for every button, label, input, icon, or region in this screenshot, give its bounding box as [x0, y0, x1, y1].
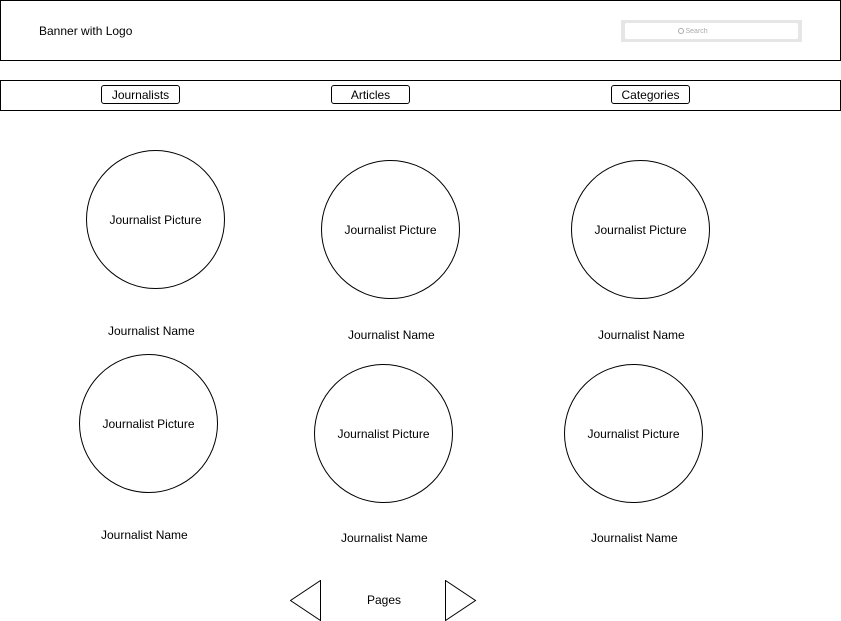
journalist-picture[interactable]: Journalist Picture	[321, 160, 460, 299]
nav-articles-button[interactable]: Articles	[331, 85, 410, 104]
journalist-picture[interactable]: Journalist Picture	[314, 364, 453, 503]
journalist-picture-label: Journalist Picture	[587, 426, 680, 441]
search-box[interactable]	[625, 23, 798, 39]
banner: Banner with Logo	[0, 0, 841, 61]
search-icon	[677, 28, 684, 34]
previous-page-icon[interactable]	[290, 580, 322, 621]
journalist-picture[interactable]: Journalist Picture	[564, 364, 703, 503]
journalist-picture-label: Journalist Picture	[337, 426, 430, 441]
nav-categories-button[interactable]: Categories	[611, 85, 690, 104]
journalist-picture[interactable]: Journalist Picture	[86, 150, 225, 289]
journalist-picture-label: Journalist Picture	[109, 212, 202, 227]
journalist-name[interactable]: Journalist Name	[591, 531, 678, 545]
journalist-picture[interactable]: Journalist Picture	[571, 160, 710, 299]
search-input[interactable]	[683, 27, 746, 35]
journalist-picture-label: Journalist Picture	[344, 222, 437, 237]
journalist-name[interactable]: Journalist Name	[101, 528, 188, 542]
journalist-picture-label: Journalist Picture	[594, 222, 687, 237]
journalist-picture[interactable]: Journalist Picture	[79, 354, 218, 493]
journalist-picture-label: Journalist Picture	[102, 416, 195, 431]
banner-logo-text: Banner with Logo	[39, 24, 133, 38]
search-bar	[621, 20, 802, 42]
pages-label: Pages	[367, 593, 402, 607]
journalist-name[interactable]: Journalist Name	[108, 324, 195, 338]
journalist-name[interactable]: Journalist Name	[598, 328, 685, 342]
nav-bar: Journalists Articles Categories	[0, 80, 841, 111]
next-page-icon[interactable]	[445, 580, 477, 621]
journalist-name[interactable]: Journalist Name	[348, 328, 435, 342]
journalist-name[interactable]: Journalist Name	[341, 531, 428, 545]
nav-journalists-button[interactable]: Journalists	[101, 85, 180, 104]
